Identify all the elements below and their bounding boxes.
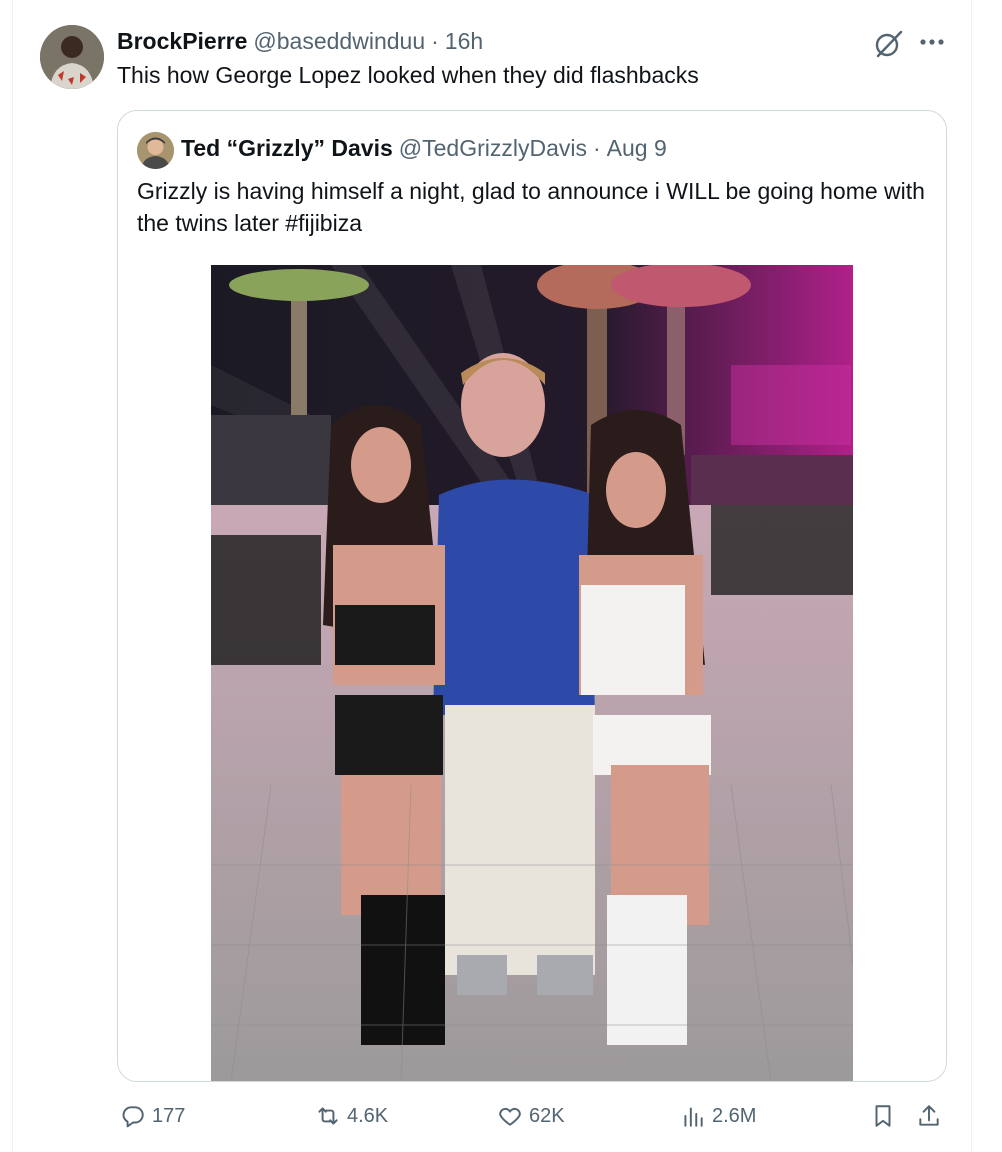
tweet-header: BrockPierre @baseddwinduu · 16h xyxy=(117,26,483,56)
quoted-photo[interactable] xyxy=(211,265,853,1081)
quoted-text: Grizzly is having himself a night, glad … xyxy=(137,178,925,236)
quoted-author-avatar[interactable] xyxy=(137,132,174,169)
tweet-text: This how George Lopez looked when they d… xyxy=(117,62,699,88)
quoted-tweet[interactable]: Ted “Grizzly” Davis @TedGrizzlyDavis · A… xyxy=(117,110,947,1082)
heart-icon xyxy=(499,1107,521,1126)
tweet-time[interactable]: 16h xyxy=(445,28,483,55)
like-button[interactable]: 62K xyxy=(497,1096,565,1136)
views-icon xyxy=(684,1107,703,1127)
share-icon xyxy=(919,1105,939,1126)
separator-dot: · xyxy=(592,135,601,161)
quoted-header: Ted “Grizzly” Davis @TedGrizzlyDavis · A… xyxy=(181,135,667,162)
author-name[interactable]: BrockPierre xyxy=(117,28,247,55)
reply-icon xyxy=(122,1106,144,1128)
author-avatar[interactable] xyxy=(40,25,104,89)
repost-count: 4.6K xyxy=(347,1104,389,1127)
repost-button[interactable]: 4.6K xyxy=(315,1096,388,1136)
reply-button[interactable]: 177 xyxy=(120,1096,185,1136)
retweet-icon xyxy=(318,1107,338,1125)
reply-count: 177 xyxy=(152,1104,186,1127)
author-handle[interactable]: @baseddwinduu xyxy=(253,28,425,55)
action-bar: 177 4.6K 62K 2.6M xyxy=(0,1096,1002,1136)
like-count: 62K xyxy=(529,1104,565,1127)
bookmark-icon xyxy=(875,1105,891,1127)
quoted-author-handle[interactable]: @TedGrizzlyDavis xyxy=(399,135,587,162)
bookmark-button[interactable] xyxy=(870,1096,896,1136)
more-icon[interactable] xyxy=(917,30,947,54)
views-count: 2.6M xyxy=(712,1104,757,1127)
grok-icon[interactable] xyxy=(872,28,904,60)
quoted-date[interactable]: Aug 9 xyxy=(607,135,667,162)
share-button[interactable] xyxy=(916,1096,942,1136)
separator-dot: · xyxy=(431,27,439,54)
views-button[interactable]: 2.6M xyxy=(680,1096,756,1136)
quoted-author-name[interactable]: Ted “Grizzly” Davis xyxy=(181,135,393,162)
